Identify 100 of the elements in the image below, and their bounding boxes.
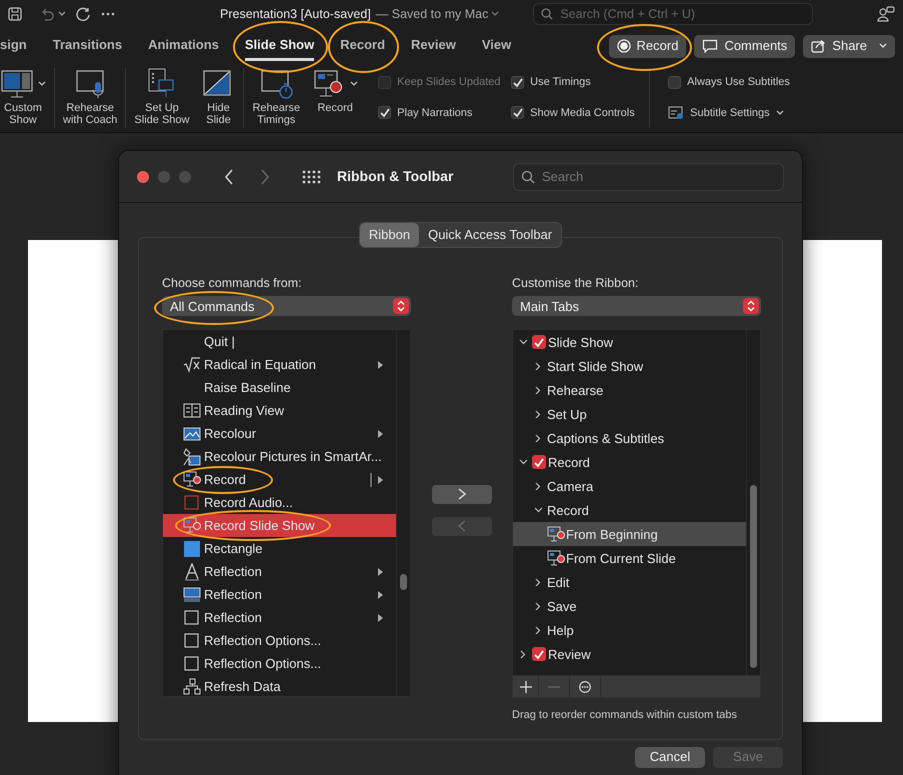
cancel-button[interactable]: Cancel xyxy=(635,746,705,768)
custom-show-button[interactable]: Custom Show xyxy=(0,68,52,126)
command-item[interactable]: Refresh Data xyxy=(163,675,396,698)
command-item[interactable]: Reading View xyxy=(163,399,396,422)
tree-item[interactable]: Captions & Subtitles xyxy=(513,426,746,450)
chevron-right-icon[interactable] xyxy=(534,602,542,611)
tree-item[interactable]: Start Slide Show xyxy=(513,354,746,378)
checkbox[interactable] xyxy=(532,335,546,350)
comments-button[interactable]: Comments xyxy=(694,34,796,58)
comment-icon xyxy=(702,39,718,53)
tree-item[interactable]: Slide Show xyxy=(513,330,746,354)
command-item[interactable]: Reflection Options... xyxy=(163,629,396,652)
chevron-right-icon[interactable] xyxy=(534,362,542,371)
checkbox[interactable] xyxy=(511,106,524,120)
set-up-slide-show-button[interactable]: Set Up Slide Show xyxy=(128,68,196,126)
caret-icon[interactable] xyxy=(58,11,66,17)
check-icon xyxy=(533,456,545,468)
tree-item[interactable]: From Current Slide xyxy=(513,546,746,570)
chevron-right-icon[interactable] xyxy=(534,434,542,443)
caret-icon[interactable] xyxy=(491,11,500,17)
checkbox[interactable] xyxy=(668,76,682,89)
command-item[interactable]: Record Slide Show xyxy=(163,514,396,538)
slideshow-screen-icon xyxy=(0,68,34,99)
back-icon[interactable] xyxy=(224,168,234,184)
hide-slide-button[interactable]: Hide Slide xyxy=(195,68,242,126)
square-outline-icon xyxy=(183,632,201,650)
command-item[interactable]: Record xyxy=(163,468,396,492)
menu-tab[interactable]: Transitions xyxy=(52,31,122,61)
tree-item[interactable]: Rehearse xyxy=(513,378,746,402)
forward-icon[interactable] xyxy=(260,168,270,184)
command-item[interactable]: Rectangle xyxy=(163,537,396,560)
checkbox[interactable] xyxy=(532,647,546,662)
tree-item[interactable]: Camera xyxy=(513,474,746,498)
menu-tab[interactable]: Record xyxy=(340,31,386,61)
dropdown[interactable]: Main Tabs xyxy=(512,296,761,316)
tree-item[interactable]: From Beginning xyxy=(513,522,746,546)
subtitle-settings-button[interactable]: Subtitle Settings xyxy=(668,104,790,121)
tree-item[interactable]: Review xyxy=(513,642,746,666)
command-item[interactable]: Reflection xyxy=(163,583,396,606)
rehearse-with-coach-button[interactable]: Rehearse with Coach xyxy=(57,68,124,126)
chevron-right-icon[interactable] xyxy=(518,650,528,659)
command-item[interactable]: Reflection Options... xyxy=(163,652,396,676)
add-button[interactable] xyxy=(432,484,492,504)
checkbox[interactable] xyxy=(378,106,392,120)
command-item[interactable]: Recolour Pictures in SmartAr... xyxy=(163,445,396,468)
chevron-right-icon[interactable] xyxy=(534,386,542,395)
caret-icon[interactable] xyxy=(38,80,46,86)
chevron-down-icon[interactable] xyxy=(518,458,528,467)
tree-item[interactable]: Edit xyxy=(513,570,746,594)
command-item[interactable]: Radical in Equation xyxy=(163,353,396,376)
tree-item[interactable]: Help xyxy=(513,618,746,642)
record-button[interactable]: Record xyxy=(306,68,364,114)
menu-tab[interactable]: View xyxy=(482,31,512,61)
undo-icon[interactable] xyxy=(40,7,54,21)
scrollbar-thumb[interactable] xyxy=(750,485,757,668)
more-icon[interactable] xyxy=(101,12,115,16)
caret-icon[interactable] xyxy=(776,110,784,116)
tree-item[interactable]: Record xyxy=(513,450,746,474)
menu-tab[interactable]: Animations xyxy=(148,31,219,61)
share-icon xyxy=(811,39,826,53)
share-person-icon[interactable] xyxy=(877,5,895,23)
caret-icon[interactable] xyxy=(350,80,358,86)
share-button[interactable]: Share xyxy=(803,34,895,58)
checkbox[interactable] xyxy=(532,455,546,470)
command-item[interactable]: Record Audio... xyxy=(163,491,396,514)
square-outline-icon xyxy=(183,654,201,673)
command-item[interactable]: Reflection xyxy=(163,606,396,630)
option-label: Use Timings xyxy=(530,75,591,90)
command-item[interactable]: Raise Baseline xyxy=(163,376,396,400)
menu-tab[interactable]: sign xyxy=(0,31,27,61)
submenu-arrow-icon xyxy=(378,360,383,369)
grid-icon[interactable] xyxy=(302,170,321,184)
command-item[interactable]: Quit | xyxy=(163,330,396,354)
chevron-right-icon[interactable] xyxy=(534,626,542,635)
tree-item[interactable]: Save xyxy=(513,594,746,618)
checkbox[interactable] xyxy=(511,76,524,89)
tree-item[interactable]: Record xyxy=(513,498,746,522)
chevron-right-icon[interactable] xyxy=(534,482,542,491)
save-icon[interactable] xyxy=(8,7,22,21)
search-field[interactable]: Search xyxy=(513,162,784,190)
picture-icon xyxy=(183,424,201,443)
search-field[interactable]: Search (Cmd + Ctrl + U) xyxy=(533,3,814,25)
command-item[interactable]: Reflection xyxy=(163,560,396,584)
segment-tab[interactable]: Ribbon xyxy=(360,223,420,246)
close-button[interactable] xyxy=(137,170,149,182)
record-screen-icon xyxy=(547,526,566,542)
redo-icon[interactable] xyxy=(76,6,91,22)
record-button[interactable]: Record xyxy=(608,34,686,58)
tree-item[interactable]: Set Up xyxy=(513,402,746,426)
chevron-down-icon[interactable] xyxy=(534,506,542,515)
scrollbar-thumb[interactable] xyxy=(400,574,407,590)
segment-tab[interactable]: Quick Access Toolbar xyxy=(419,223,562,246)
dropdown[interactable]: All Commands xyxy=(162,296,411,316)
chevron-right-icon[interactable] xyxy=(534,578,542,587)
rehearse-timings-button[interactable]: Rehearse Timings xyxy=(246,68,306,126)
command-item[interactable]: Recolour xyxy=(163,422,396,446)
record-screen-icon xyxy=(183,516,201,535)
chevron-down-icon[interactable] xyxy=(518,338,528,347)
menu-tab[interactable]: Review xyxy=(411,31,456,61)
chevron-right-icon[interactable] xyxy=(534,410,542,419)
